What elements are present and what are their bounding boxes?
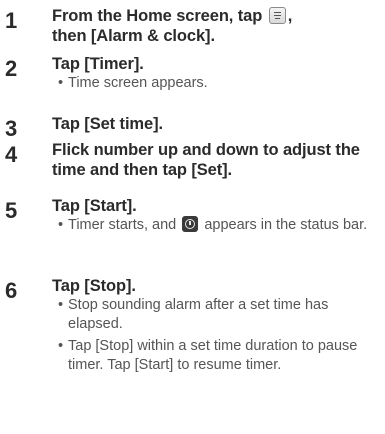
step-instruction: Flick number up and down to adjust the t… bbox=[52, 141, 360, 179]
step-instruction: Tap [Start]. bbox=[52, 197, 137, 215]
step-notes: Timer starts, and appears in the status … bbox=[58, 216, 384, 238]
step-number: 6 bbox=[5, 278, 18, 303]
step-notes: Stop sounding alarm after a set time has… bbox=[58, 296, 384, 378]
note-item: Tap [Stop] within a set time duration to… bbox=[58, 337, 384, 375]
step-number: 2 bbox=[5, 56, 18, 81]
note-item: Stop sounding alarm after a set time has… bbox=[58, 296, 384, 334]
note-text: Timer starts, and bbox=[68, 217, 177, 233]
step-instruction: Tap [Set time]. bbox=[52, 115, 163, 133]
menu-icon bbox=[268, 7, 286, 24]
step-number: 3 bbox=[5, 116, 18, 141]
step-number: 1 bbox=[5, 8, 18, 33]
note-text: appears in the status bar. bbox=[204, 217, 368, 233]
timer-status-icon bbox=[182, 216, 199, 232]
step-instruction: Tap [Stop]. bbox=[52, 277, 136, 295]
step-instruction: From the Home screen, tap , then [Alarm … bbox=[52, 6, 382, 46]
step-number: 5 bbox=[5, 198, 18, 223]
step-instruction: Tap [Timer]. bbox=[52, 55, 144, 73]
note-item: Time screen appears. bbox=[58, 74, 384, 93]
step-notes: Time screen appears. bbox=[58, 74, 384, 96]
step-number: 4 bbox=[5, 142, 18, 167]
instruction-text: then [Alarm & clock]. bbox=[52, 27, 215, 45]
instruction-text: , bbox=[287, 7, 293, 25]
instruction-text: From the Home screen, tap bbox=[52, 7, 263, 25]
note-item: Timer starts, and appears in the status … bbox=[58, 216, 384, 235]
